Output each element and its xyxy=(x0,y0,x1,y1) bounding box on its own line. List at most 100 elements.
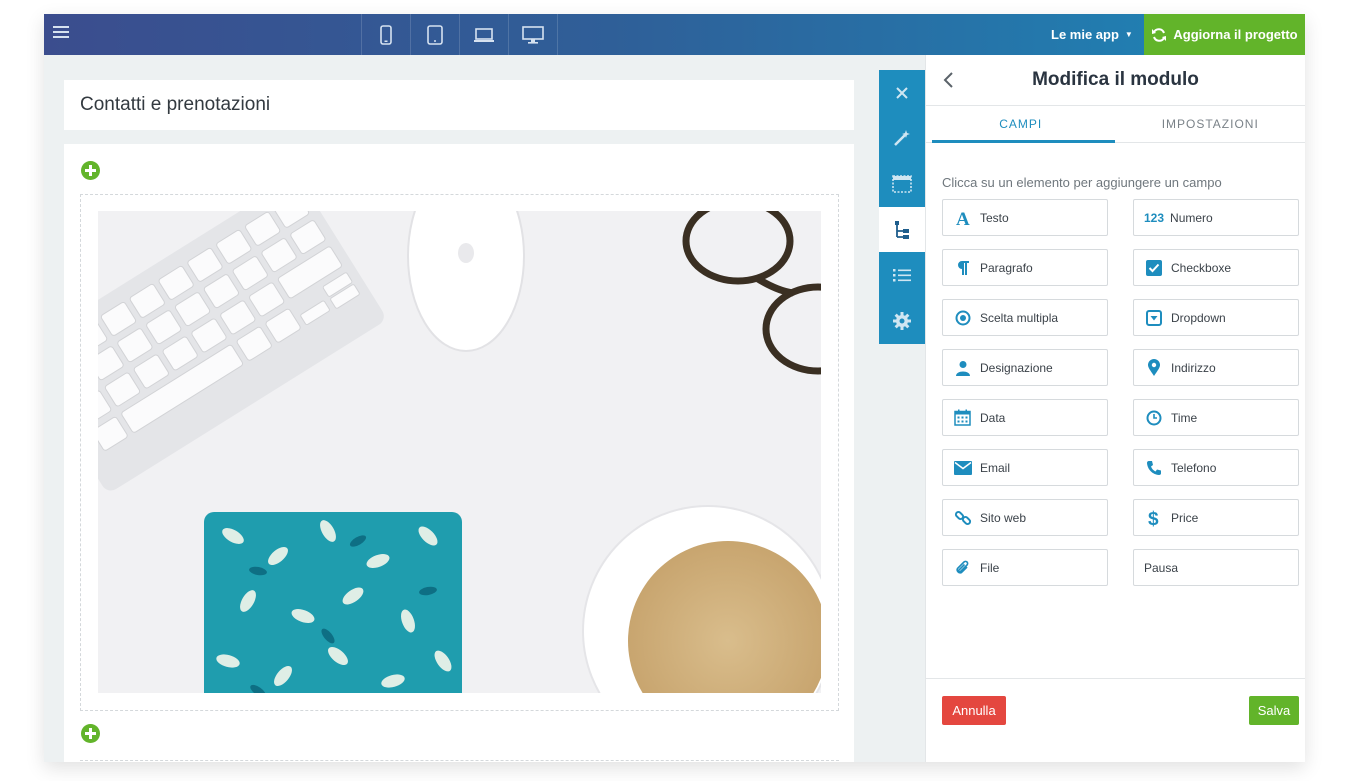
my-apps-label: Le mie app xyxy=(1051,27,1119,42)
add-block-button-top[interactable] xyxy=(81,161,100,180)
layout-icon xyxy=(892,175,912,193)
next-block-outline xyxy=(80,760,839,762)
user-icon xyxy=(953,358,972,377)
edit-form-panel: Modifica il modulo CAMPI IMPOSTAZIONI Cl… xyxy=(925,55,1305,762)
field-label: Dropdown xyxy=(1171,310,1226,325)
field-data-button[interactable]: Data xyxy=(942,399,1108,436)
field-label: Data xyxy=(980,410,1006,425)
radio-icon xyxy=(953,308,972,327)
hamburger-icon[interactable] xyxy=(53,26,69,40)
device-smartphone-button[interactable] xyxy=(362,14,411,55)
device-laptop-button[interactable] xyxy=(460,14,509,55)
smartphone-icon xyxy=(380,24,392,45)
field-label: Telefono xyxy=(1171,460,1217,475)
field-numero-button[interactable]: 123 Numero xyxy=(1133,199,1299,236)
fields-hint: Clicca su un elemento per aggiungere un … xyxy=(942,175,1222,190)
layout-tool-button[interactable] xyxy=(879,161,925,207)
page-title-card[interactable]: Contatti e prenotazioni xyxy=(64,80,854,130)
panel-footer-divider xyxy=(926,678,1305,679)
paragraph-icon xyxy=(953,258,972,277)
field-paragrafo-button[interactable]: Paragrafo xyxy=(942,249,1108,286)
chevron-down-icon: ▼ xyxy=(1124,30,1133,39)
field-dropdown-button[interactable]: Dropdown xyxy=(1133,299,1299,336)
back-arrow-icon[interactable] xyxy=(940,71,958,89)
field-label: Scelta multipla xyxy=(980,310,1059,325)
field-label: Checkboxe xyxy=(1171,260,1232,275)
device-desktop-button[interactable] xyxy=(509,14,558,55)
field-time-button[interactable]: Time xyxy=(1133,399,1299,436)
settings-tool-button[interactable] xyxy=(879,298,925,344)
field-label: File xyxy=(980,560,1000,575)
field-testo-button[interactable]: A Testo xyxy=(942,199,1108,236)
image-block[interactable] xyxy=(80,194,839,711)
content-section xyxy=(64,144,854,762)
desktop-icon xyxy=(522,25,544,44)
panel-title: Modifica il modulo xyxy=(1032,69,1199,90)
link-icon xyxy=(953,508,972,527)
text-icon: A xyxy=(953,208,972,227)
field-email-button[interactable]: Email xyxy=(942,449,1108,486)
map-pin-icon xyxy=(1144,358,1163,377)
envelope-icon xyxy=(953,458,972,477)
update-project-button[interactable]: Aggiorna il progetto xyxy=(1144,14,1305,55)
structure-tool-button[interactable] xyxy=(879,206,925,253)
field-label: Price xyxy=(1171,510,1199,525)
panel-header: Modifica il modulo xyxy=(926,55,1305,106)
panel-tabs: CAMPI IMPOSTAZIONI xyxy=(926,106,1305,143)
field-scelta-multipla-button[interactable]: Scelta multipla xyxy=(942,299,1108,336)
field-label: Designazione xyxy=(980,360,1053,375)
update-project-label: Aggiorna il progetto xyxy=(1173,27,1298,42)
calendar-icon xyxy=(953,408,972,427)
laptop-icon xyxy=(474,27,494,42)
dollar-icon: $ xyxy=(1144,508,1163,528)
gear-icon xyxy=(893,311,911,330)
tree-structure-icon xyxy=(895,220,909,239)
svg-text:$: $ xyxy=(1148,509,1159,528)
phone-icon xyxy=(1144,458,1163,477)
tab-impostazioni[interactable]: IMPOSTAZIONI xyxy=(1116,106,1306,142)
field-price-button[interactable]: $ Price xyxy=(1133,499,1299,536)
field-designazione-button[interactable]: Designazione xyxy=(942,349,1108,386)
editor-tools-bar xyxy=(879,70,925,344)
field-label: Email xyxy=(980,460,1011,475)
field-file-button[interactable]: File xyxy=(942,549,1108,586)
magic-wand-icon xyxy=(894,130,910,147)
design-tool-button[interactable] xyxy=(879,116,925,162)
dropdown-icon xyxy=(1144,308,1163,327)
list-icon xyxy=(893,269,911,282)
field-label: Testo xyxy=(980,210,1009,225)
field-checkboxe-button[interactable]: Checkboxe xyxy=(1133,249,1299,286)
desk-photo xyxy=(98,211,821,693)
field-label: Numero xyxy=(1170,210,1213,225)
field-telefono-button[interactable]: Telefono xyxy=(1133,449,1299,486)
field-label: Pausa xyxy=(1144,560,1179,575)
active-tab-indicator xyxy=(932,140,1115,143)
clock-icon xyxy=(1144,408,1163,427)
tablet-icon xyxy=(427,24,443,45)
list-tool-button[interactable] xyxy=(879,252,925,298)
field-label: Indirizzo xyxy=(1171,360,1216,375)
close-editor-button[interactable] xyxy=(879,70,925,116)
tab-campi[interactable]: CAMPI xyxy=(926,106,1116,142)
top-bar: Le mie app ▼ Aggiorna il progetto xyxy=(44,14,1305,55)
add-block-button-bottom[interactable] xyxy=(81,724,100,743)
svg-text:A: A xyxy=(956,209,970,227)
field-sito-web-button[interactable]: Sito web xyxy=(942,499,1108,536)
number-icon: 123 xyxy=(1144,210,1165,225)
close-icon xyxy=(896,87,908,99)
field-label: Time xyxy=(1171,410,1198,425)
refresh-icon xyxy=(1152,27,1167,42)
field-label: Sito web xyxy=(980,510,1027,525)
my-apps-dropdown[interactable]: Le mie app ▼ xyxy=(1051,14,1133,55)
save-button[interactable]: Salva xyxy=(1249,696,1299,725)
field-indirizzo-button[interactable]: Indirizzo xyxy=(1133,349,1299,386)
device-switcher xyxy=(361,14,558,55)
cancel-button[interactable]: Annulla xyxy=(942,696,1006,725)
checkbox-icon xyxy=(1144,258,1163,277)
app-window: Le mie app ▼ Aggiorna il progetto Contat… xyxy=(44,14,1305,762)
paperclip-icon xyxy=(953,558,972,577)
page-title: Contatti e prenotazioni xyxy=(80,94,271,115)
field-pausa-button[interactable]: Pausa xyxy=(1133,549,1299,586)
field-label: Paragrafo xyxy=(980,260,1033,275)
device-tablet-button[interactable] xyxy=(411,14,460,55)
